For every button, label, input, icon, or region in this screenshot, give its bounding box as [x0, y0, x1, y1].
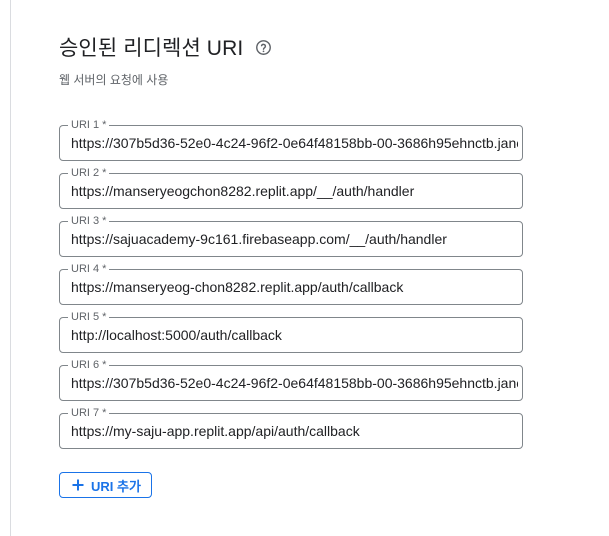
add-uri-button[interactable]: URI 추가	[59, 472, 152, 498]
uri-list: URI 1 * URI 2 * URI 3 * URI 4 * URI 5 * …	[59, 118, 523, 461]
uri-input-1[interactable]	[71, 126, 518, 160]
uri-field-5: URI 5 *	[59, 310, 523, 353]
panel-divider	[10, 0, 11, 536]
uri-field-2: URI 2 *	[59, 166, 523, 209]
add-uri-label: URI 추가	[91, 478, 141, 494]
uri-input-7[interactable]	[71, 414, 518, 448]
uri-input-5[interactable]	[71, 318, 518, 352]
section-title: 승인된 리디렉션 URI	[59, 37, 244, 60]
uri-input-3[interactable]	[71, 222, 518, 256]
help-circle-icon[interactable]	[255, 39, 272, 56]
section-subtitle: 웹 서버의 요청에 사용	[59, 73, 169, 87]
uri-field-6: URI 6 *	[59, 358, 523, 401]
uri-field-1: URI 1 *	[59, 118, 523, 161]
section-header: 승인된 리디렉션 URI	[59, 32, 272, 62]
uri-input-2[interactable]	[71, 174, 518, 208]
uri-field-3: URI 3 *	[59, 214, 523, 257]
plus-icon	[72, 479, 84, 491]
uri-field-7: URI 7 *	[59, 406, 523, 449]
uri-input-6[interactable]	[71, 366, 518, 400]
uri-input-4[interactable]	[71, 270, 518, 304]
uri-field-4: URI 4 *	[59, 262, 523, 305]
redirect-uri-section: 승인된 리디렉션 URI 웹 서버의 요청에 사용 URI 1 * URI 2 …	[0, 0, 609, 536]
